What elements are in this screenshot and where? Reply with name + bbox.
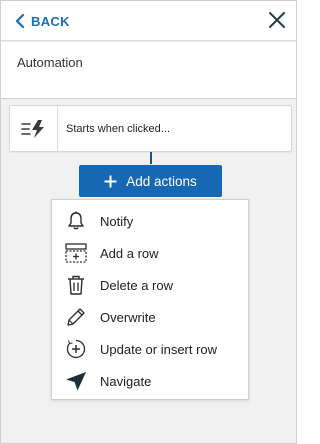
menu-item-upsert-row[interactable]: Update or insert row: [52, 333, 248, 365]
actions-menu: Notify Add a row Delete a row Overwrite …: [51, 199, 249, 400]
circle-plus-icon: [66, 339, 86, 359]
menu-item-label: Overwrite: [100, 309, 156, 325]
trigger-label: Starts when clicked...: [66, 122, 170, 135]
navigate-arrow-icon: [66, 372, 86, 391]
menu-item-label: Delete a row: [100, 277, 173, 293]
top-bar: BACK: [1, 1, 296, 41]
pencil-icon: [67, 308, 85, 326]
bell-icon: [68, 211, 84, 230]
add-actions-label: Add actions: [126, 173, 197, 189]
chevron-left-icon: [15, 14, 25, 28]
menu-item-add-row[interactable]: Add a row: [52, 237, 248, 269]
page-title: Automation: [17, 55, 83, 70]
back-button[interactable]: BACK: [15, 11, 70, 31]
flow-connector: [150, 152, 152, 164]
menu-item-label: Notify: [100, 213, 134, 229]
automation-panel: BACK Automation Starts when clicked... A…: [0, 0, 297, 444]
menu-item-label: Navigate: [100, 373, 152, 389]
trash-icon: [68, 275, 84, 295]
menu-item-label: Update or insert row: [100, 341, 218, 357]
close-icon[interactable]: [266, 9, 288, 31]
back-label: BACK: [31, 13, 70, 29]
plus-icon: [104, 175, 117, 187]
trigger-card[interactable]: Starts when clicked...: [9, 105, 292, 152]
menu-item-overwrite[interactable]: Overwrite: [52, 301, 248, 333]
menu-item-notify[interactable]: Notify: [52, 205, 248, 237]
menu-item-navigate[interactable]: Navigate: [52, 365, 248, 397]
trigger-icon-box: [10, 106, 58, 151]
menu-item-delete-row[interactable]: Delete a row: [52, 269, 248, 301]
menu-item-label: Add a row: [100, 245, 159, 261]
add-actions-button[interactable]: Add actions: [79, 165, 222, 197]
title-bar: Automation: [1, 42, 296, 99]
lightning-lines-icon: [20, 119, 44, 138]
add-row-icon: [65, 243, 87, 263]
